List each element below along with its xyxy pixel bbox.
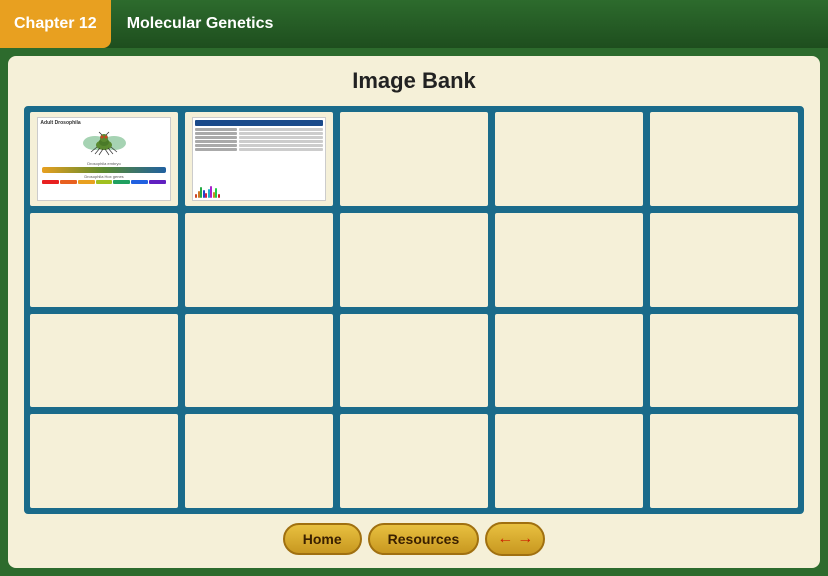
header-title: Molecular Genetics	[127, 15, 274, 33]
grid-cell-3[interactable]	[495, 112, 643, 206]
grid-cell-6[interactable]	[185, 213, 333, 307]
grid-cell-5[interactable]	[30, 213, 178, 307]
embryo-bar	[42, 167, 165, 173]
grid-cell-15[interactable]	[30, 414, 178, 508]
grid-cell-16[interactable]	[185, 414, 333, 508]
fly-illustration	[40, 129, 167, 159]
resources-button[interactable]: Resources	[368, 523, 480, 555]
dna-wave	[195, 184, 322, 198]
chapter-tab: Chapter 12	[0, 0, 111, 48]
grid-cell-9[interactable]	[650, 213, 798, 307]
home-button[interactable]: Home	[283, 523, 362, 555]
hox-bars	[42, 180, 165, 184]
thumb-fly-title: Adult Drosophila	[40, 120, 167, 126]
forward-arrow[interactable]: →	[517, 530, 533, 548]
back-arrow[interactable]: ←	[497, 530, 513, 548]
grid-cell-12[interactable]	[340, 314, 488, 408]
grid-cell-17[interactable]	[340, 414, 488, 508]
grid-cell-19[interactable]	[650, 414, 798, 508]
bottom-nav: Home Resources ← →	[24, 514, 804, 560]
grid-cell-14[interactable]	[650, 314, 798, 408]
main-content: Image Bank Adult Drosophila	[8, 56, 820, 568]
grid-cell-18[interactable]	[495, 414, 643, 508]
page-title: Image Bank	[352, 68, 476, 94]
fly-label-2: Drosophila Hox genes	[40, 174, 167, 179]
chart-labels	[195, 128, 237, 182]
grid-container: Adult Drosophila	[24, 106, 804, 514]
image-grid: Adult Drosophila	[24, 106, 804, 514]
chart-body	[195, 128, 322, 182]
grid-cell-11[interactable]	[185, 314, 333, 408]
header: Chapter 12 Molecular Genetics	[0, 0, 828, 48]
chapter-label: Chapter 12	[14, 15, 97, 33]
nav-arrows[interactable]: ← →	[485, 522, 545, 556]
grid-cell-10[interactable]	[30, 314, 178, 408]
grid-cell-1[interactable]	[185, 112, 333, 206]
thumbnail-fly: Adult Drosophila	[37, 117, 170, 201]
chart-values	[239, 128, 322, 182]
thumbnail-chart	[192, 117, 325, 201]
grid-cell-2[interactable]	[340, 112, 488, 206]
grid-cell-4[interactable]	[650, 112, 798, 206]
grid-cell-8[interactable]	[495, 213, 643, 307]
chart-header	[195, 120, 322, 126]
fly-label-1: Drosophila embryo	[40, 161, 167, 166]
grid-cell-13[interactable]	[495, 314, 643, 408]
grid-cell-7[interactable]	[340, 213, 488, 307]
grid-cell-0[interactable]: Adult Drosophila	[30, 112, 178, 206]
